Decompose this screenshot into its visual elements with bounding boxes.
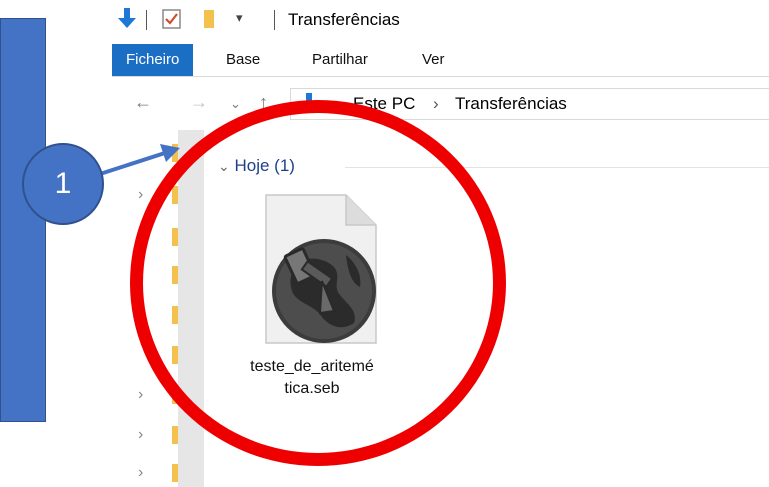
checkbox-icon[interactable] [162,8,182,35]
step-callout: 1 [22,143,104,225]
window-title: Transferências [288,10,400,29]
chevron-right-icon[interactable]: › [138,464,143,482]
separator [274,10,275,30]
folder-icon[interactable] [172,464,178,482]
folder-icon[interactable] [202,8,218,35]
ribbon-tabs: Ficheiro Base Partilhar Ver [112,44,769,77]
tab-view[interactable]: Ver [408,44,459,76]
annotation-box [0,18,46,422]
folder-icon[interactable] [172,426,178,444]
chevron-right-icon[interactable]: › [138,426,143,444]
tab-share[interactable]: Partilhar [298,44,382,76]
tab-file[interactable]: Ficheiro [112,44,194,76]
chevron-right-icon[interactable]: › [138,186,143,204]
chevron-right-icon[interactable]: › [138,386,143,404]
separator [146,10,147,30]
chevron-right-icon[interactable]: › [433,94,439,114]
down-arrow-icon[interactable] [118,8,136,35]
breadcrumb-downloads[interactable]: Transferências [455,94,567,114]
recent-dropdown-icon[interactable]: ⌄ [230,96,241,112]
dropdown-arrow-icon[interactable]: ▾ [236,10,243,26]
tab-home[interactable]: Base [212,44,274,76]
back-arrow-icon[interactable]: ← [134,92,152,113]
forward-arrow-icon[interactable]: → [190,92,208,113]
callout-arrow [99,144,180,176]
title-bar: ▾ Transferências [112,0,769,40]
